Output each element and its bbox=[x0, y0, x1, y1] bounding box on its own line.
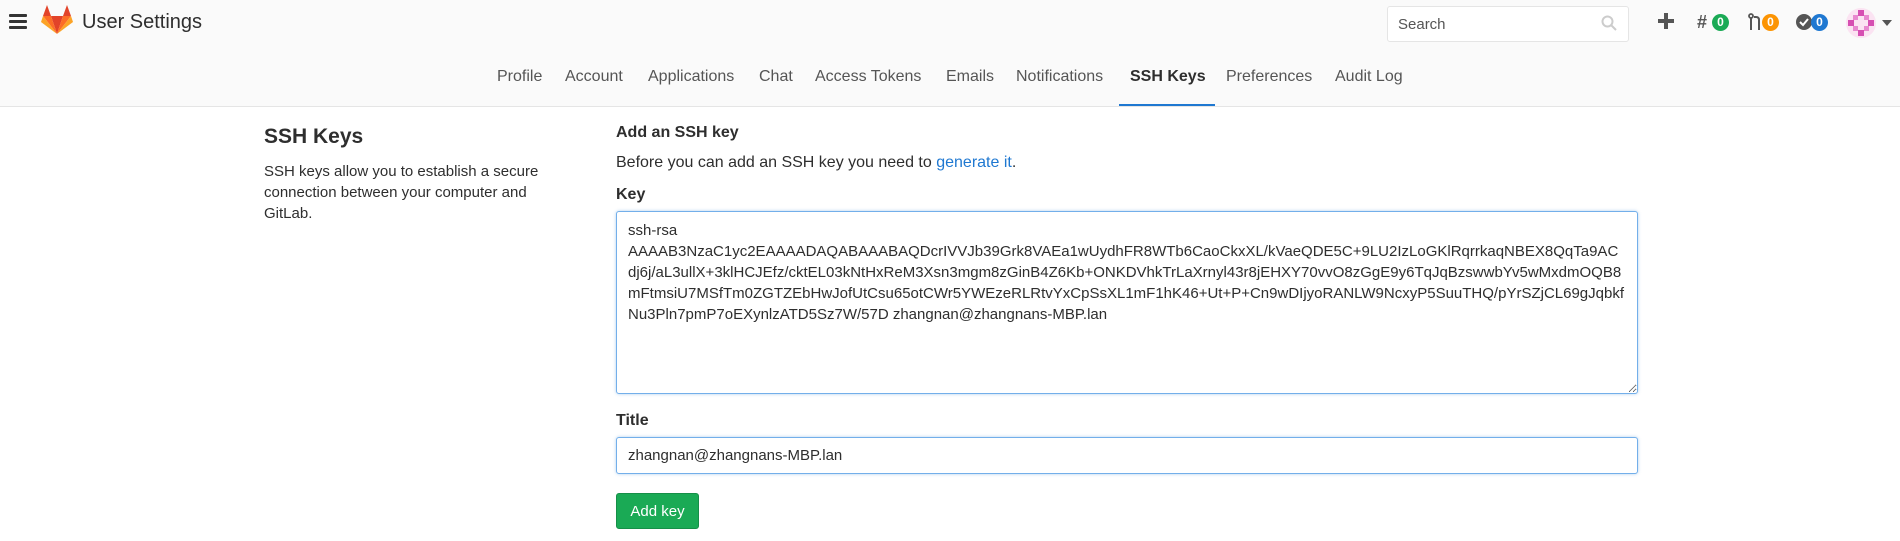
avatar-icon[interactable] bbox=[1845, 7, 1877, 39]
tab-preferences[interactable]: Preferences bbox=[1226, 68, 1312, 86]
settings-tabs: Profile Account Applications Chat Access… bbox=[0, 48, 1900, 107]
chevron-down-icon[interactable] bbox=[1882, 20, 1892, 27]
gitlab-logo[interactable] bbox=[41, 5, 73, 35]
page-title: User Settings bbox=[82, 11, 203, 33]
tab-ssh-keys[interactable]: SSH Keys bbox=[1130, 68, 1206, 86]
tab-account[interactable]: Account bbox=[565, 68, 623, 86]
top-navbar: User Settings # 0 0 0 bbox=[0, 0, 1900, 48]
tab-notifications[interactable]: Notifications bbox=[1016, 68, 1103, 86]
tab-emails[interactable]: Emails bbox=[946, 68, 994, 86]
search-input[interactable] bbox=[1387, 6, 1629, 42]
title-input[interactable] bbox=[616, 437, 1638, 474]
intro-text-suffix: . bbox=[1011, 154, 1017, 171]
issues-count-badge[interactable]: 0 bbox=[1712, 14, 1729, 31]
menu-icon[interactable] bbox=[9, 14, 27, 30]
generate-it-link[interactable]: generate it bbox=[936, 154, 1012, 171]
section-description: SSH keys allow you to establish a secure… bbox=[264, 163, 539, 222]
section-intro: SSH Keys SSH keys allow you to establish… bbox=[264, 125, 574, 224]
svg-text:#: # bbox=[1697, 13, 1707, 31]
intro-text: Before you can add an SSH key you need t… bbox=[616, 154, 1016, 172]
tab-profile[interactable]: Profile bbox=[497, 68, 542, 86]
search-icon[interactable] bbox=[1601, 15, 1617, 31]
title-label: Title bbox=[616, 412, 649, 429]
key-textarea[interactable]: ssh-rsa AAAAB3NzaC1yc2EAAAADAQABAAABAQDc… bbox=[616, 211, 1638, 394]
add-key-button[interactable]: Add key bbox=[616, 493, 699, 529]
issues-icon[interactable]: # bbox=[1697, 13, 1713, 31]
plus-icon[interactable] bbox=[1656, 11, 1676, 31]
merge-requests-icon[interactable] bbox=[1748, 13, 1762, 31]
tab-applications[interactable]: Applications bbox=[648, 68, 734, 86]
key-label: Key bbox=[616, 186, 646, 203]
tab-chat[interactable]: Chat bbox=[759, 68, 793, 86]
tab-audit-log[interactable]: Audit Log bbox=[1335, 68, 1403, 86]
merge-requests-count-badge[interactable]: 0 bbox=[1762, 14, 1779, 31]
form-heading: Add an SSH key bbox=[616, 124, 739, 141]
todos-count-badge[interactable]: 0 bbox=[1811, 14, 1828, 31]
active-tab-indicator bbox=[1119, 104, 1215, 106]
intro-text-body: Before you can add an SSH key you need t… bbox=[616, 154, 937, 171]
section-title: SSH Keys bbox=[264, 125, 364, 148]
tab-access-tokens[interactable]: Access Tokens bbox=[815, 68, 921, 86]
